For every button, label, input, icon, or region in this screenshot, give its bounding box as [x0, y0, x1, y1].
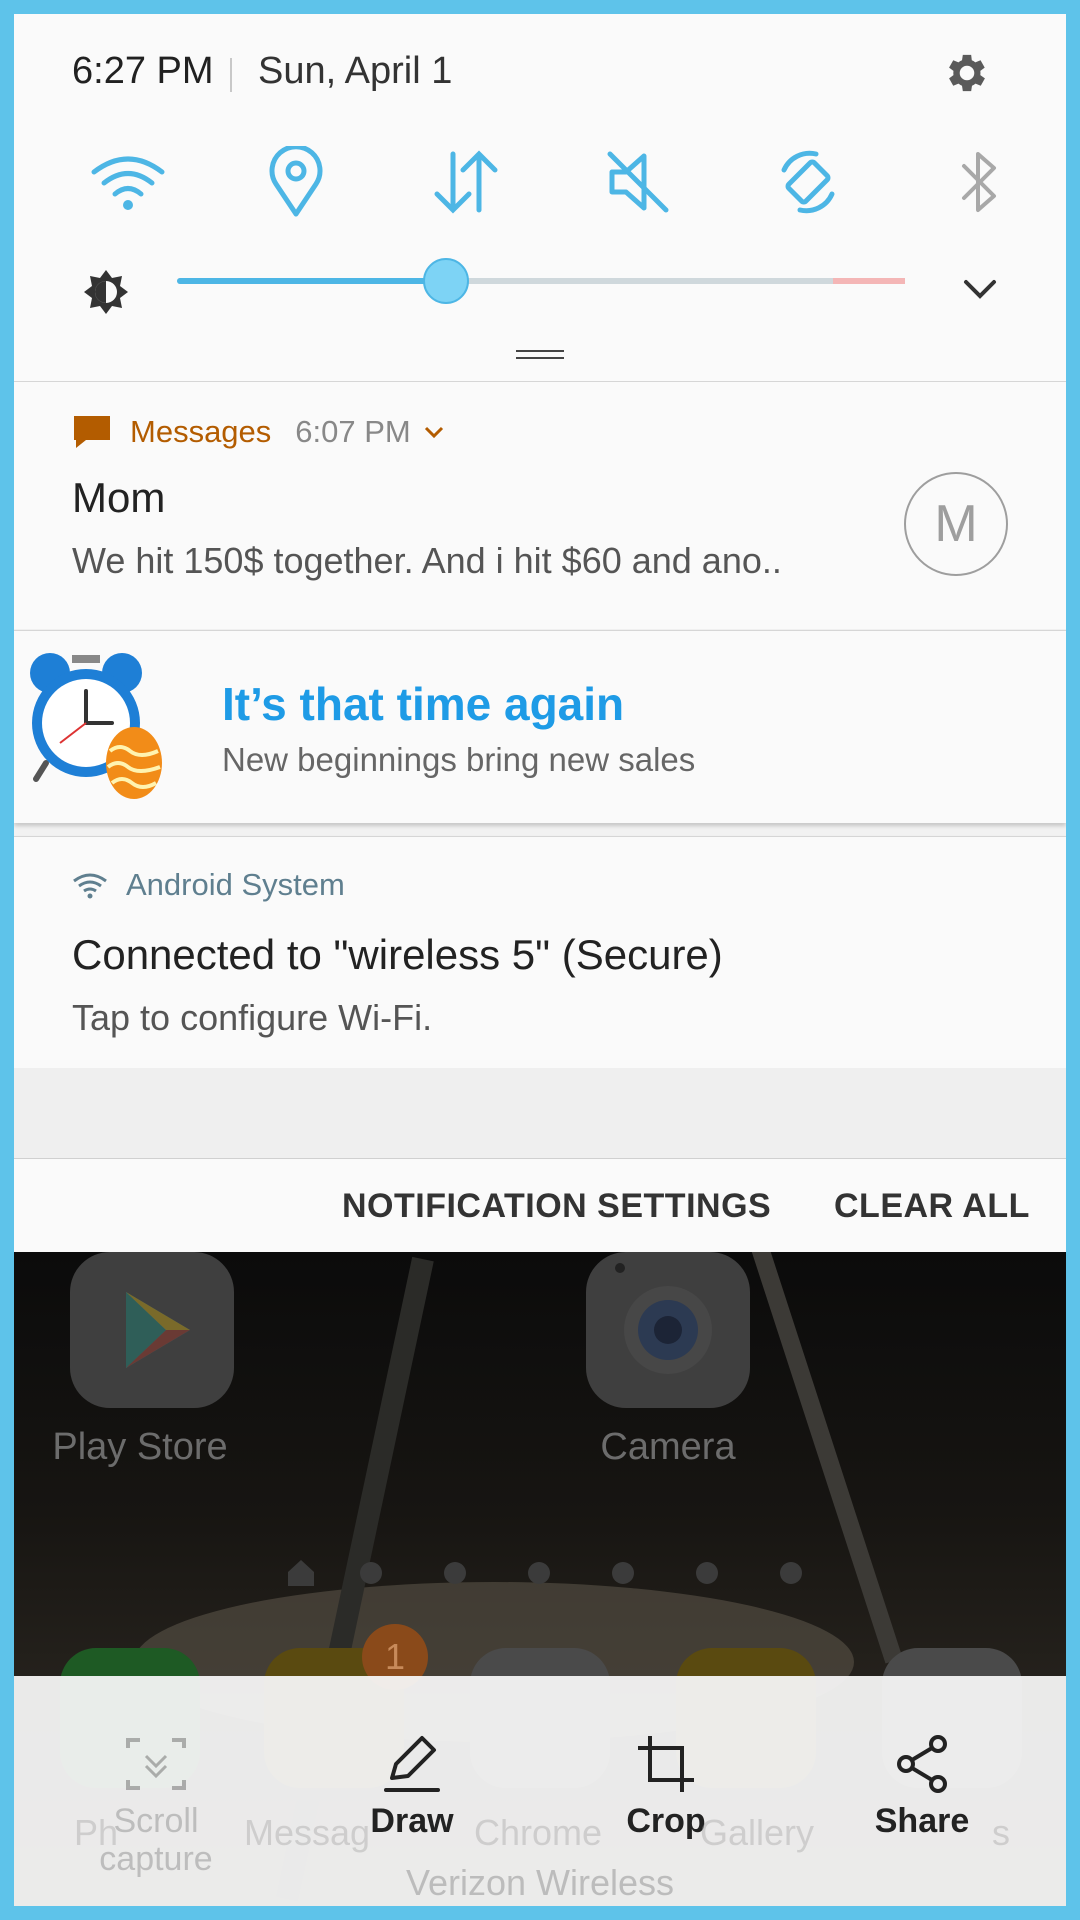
chevron-down-icon[interactable]: [960, 274, 1000, 304]
auto-rotate-toggle[interactable]: [766, 142, 850, 222]
page-indicator-dot: [696, 1562, 718, 1584]
page-indicator-dot: [612, 1562, 634, 1584]
gear-icon[interactable]: [942, 48, 992, 98]
auto-rotate-icon: [781, 150, 835, 214]
message-bubble-icon: [74, 416, 110, 448]
dock-label: Chrome: [474, 1812, 603, 1853]
quick-toggle-row: [14, 142, 1066, 222]
wifi-icon: [91, 156, 165, 210]
app-label: Camera: [600, 1426, 736, 1468]
notification-header: Messages 6:07 PM: [72, 414, 445, 450]
wifi-icon: [73, 873, 107, 899]
camera-icon[interactable]: [586, 1252, 750, 1408]
app-name: Android System: [126, 867, 345, 902]
brightness-fill: [177, 278, 447, 284]
mobile-data-icon: [434, 150, 498, 214]
brightness-thumb[interactable]: [423, 258, 470, 304]
notification-settings-button[interactable]: NOTIFICATION SETTINGS: [342, 1187, 771, 1226]
notification-text: New beginnings bring new sales: [222, 741, 696, 778]
dock-label: s: [992, 1812, 1010, 1853]
page-indicator-dot: [360, 1562, 382, 1584]
home-page-icon: [288, 1560, 314, 1586]
app-label: Play Store: [52, 1426, 228, 1468]
notification-title: Connected to "wireless 5" (Secure): [72, 931, 723, 978]
notification-promo[interactable]: It’s that time again New beginnings brin…: [14, 630, 1066, 823]
notification-title: It’s that time again: [222, 678, 625, 730]
notification-header: Android System: [72, 867, 345, 903]
carrier-label: Verizon Wireless: [405, 1862, 675, 1903]
wifi-toggle[interactable]: [86, 142, 170, 222]
play-store-icon[interactable]: [70, 1252, 234, 1408]
status-separator: [230, 58, 232, 92]
notification-text: Tap to configure Wi-Fi.: [72, 997, 433, 1038]
quick-panel: 6:27 PM Sun, April 1: [14, 14, 1066, 381]
brightness-warning-zone: [833, 278, 905, 284]
alarm-clock-icon: [30, 653, 162, 799]
status-time: 6:27 PM: [72, 50, 214, 92]
pencil-icon: [384, 1736, 440, 1792]
bluetooth-icon: [962, 152, 996, 212]
dock-label: Gallery: [700, 1812, 815, 1853]
page-indicator-dot: [444, 1562, 466, 1584]
notification-time: 6:07 PM: [295, 414, 411, 449]
screen: 6:27 PM Sun, April 1 Messages 6:07 PM Mo…: [14, 14, 1066, 1906]
crop-icon: [638, 1736, 694, 1792]
brightness-slider[interactable]: [177, 278, 905, 284]
sound-toggle[interactable]: [596, 142, 680, 222]
dock-label: Ph: [74, 1812, 119, 1853]
scroll-capture-icon: [126, 1738, 186, 1790]
share-icon: [897, 1735, 947, 1793]
avatar: M: [904, 472, 1008, 576]
scroll-capture-button[interactable]: Scroll capture: [56, 1734, 256, 1878]
notification-android-system[interactable]: Android System Connected to "wireless 5"…: [14, 836, 1066, 1068]
play-triangle-icon: [126, 1292, 190, 1368]
notification-footer: NOTIFICATION SETTINGS CLEAR ALL: [14, 1158, 1066, 1252]
location-icon: [269, 146, 323, 217]
notification-messages[interactable]: Messages 6:07 PM Mom We hit 150$ togethe…: [14, 381, 1066, 629]
camera-lens-icon: [615, 1263, 712, 1374]
clear-all-button[interactable]: CLEAR ALL: [834, 1187, 1030, 1226]
sound-muted-icon: [607, 151, 669, 213]
mobile-data-toggle[interactable]: [424, 142, 508, 222]
notification-title: Mom: [72, 474, 166, 521]
bluetooth-toggle[interactable]: [938, 142, 1022, 222]
notification-list-end: [14, 1068, 1066, 1158]
location-toggle[interactable]: [254, 142, 338, 222]
brightness-icon: [84, 270, 128, 314]
chevron-down-icon[interactable]: [423, 424, 445, 440]
panel-drag-handle[interactable]: [516, 350, 564, 360]
page-indicator-dot: [528, 1562, 550, 1584]
app-name: Messages: [130, 414, 272, 449]
notification-text: We hit 150$ together. And i hit $60 and …: [72, 540, 782, 581]
dock-label: Messag: [244, 1812, 371, 1853]
page-indicator-dot: [780, 1562, 802, 1584]
status-date: Sun, April 1: [258, 50, 453, 92]
